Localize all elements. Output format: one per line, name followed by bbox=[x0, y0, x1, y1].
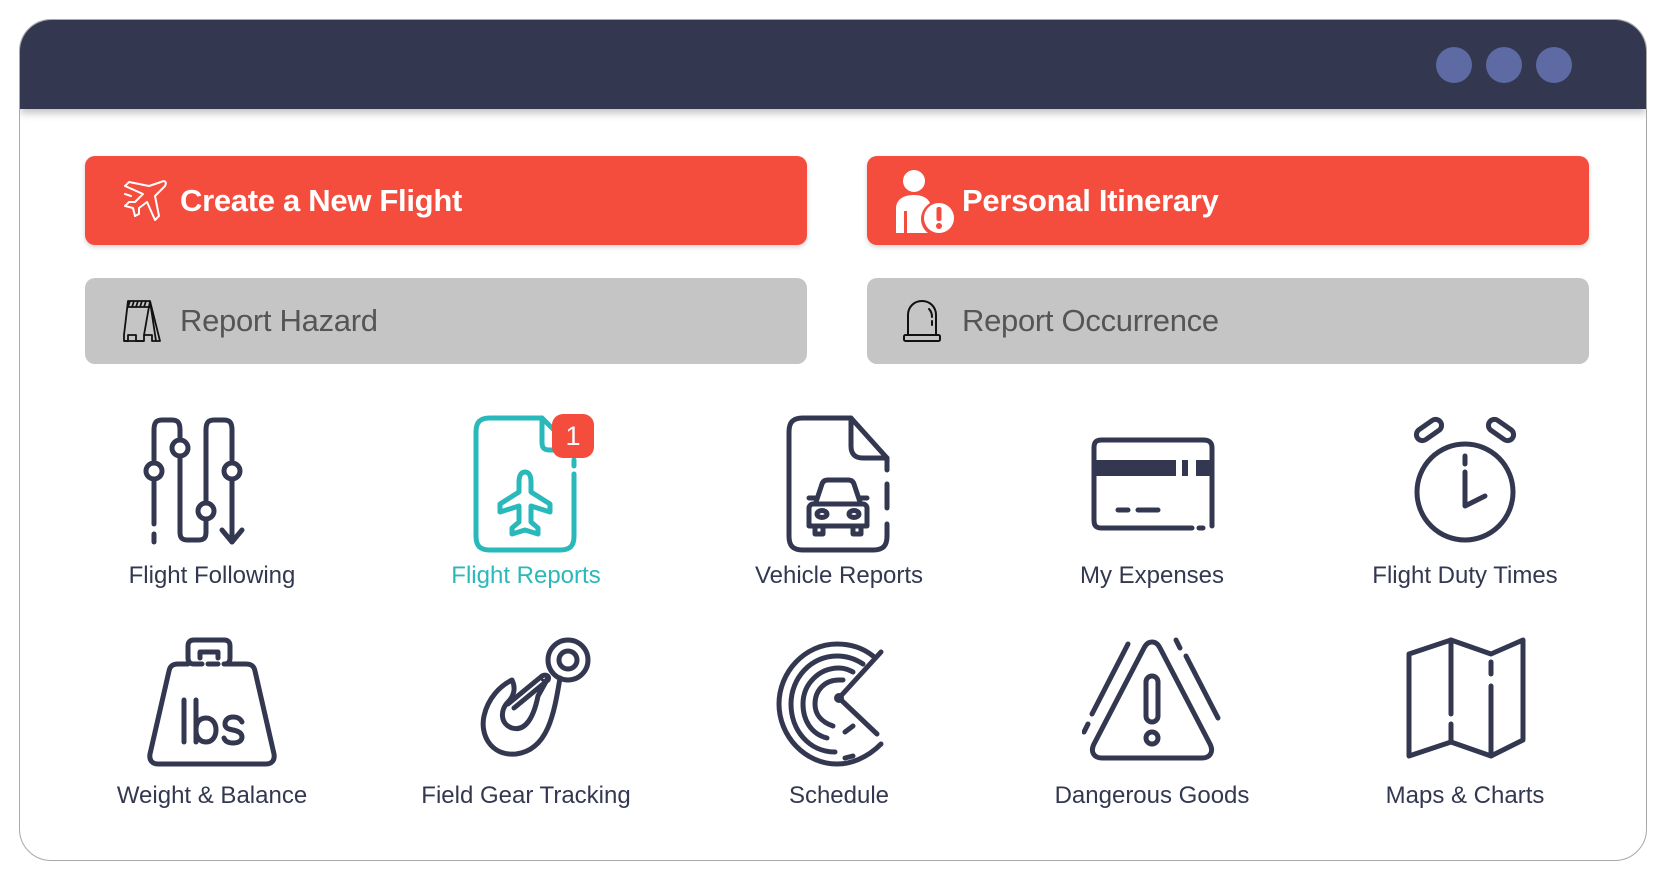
tile-flight-duty-times[interactable]: Flight Duty Times bbox=[1335, 414, 1595, 614]
tile-flight-following[interactable]: Flight Following bbox=[82, 414, 342, 614]
tile-label: Field Gear Tracking bbox=[421, 782, 631, 809]
tile-label: Schedule bbox=[788, 782, 890, 809]
tile-field-gear-tracking[interactable]: Field Gear Tracking bbox=[396, 634, 656, 834]
warning-triangle-icon bbox=[1082, 637, 1221, 761]
create-new-flight-label: Create a New Flight bbox=[180, 182, 462, 218]
personal-itinerary-button[interactable]: Personal Itinerary bbox=[867, 156, 1589, 245]
tile-flight-reports[interactable]: 1 Flight Reports bbox=[396, 414, 656, 614]
personal-itinerary-label: Personal Itinerary bbox=[962, 182, 1219, 218]
folded-map-icon bbox=[1406, 637, 1526, 759]
notification-badge: 1 bbox=[552, 414, 594, 458]
tile-maps-charts[interactable]: Maps & Charts bbox=[1335, 634, 1595, 834]
vehicle-report-document-icon bbox=[786, 415, 890, 553]
person-alert-icon bbox=[896, 170, 954, 233]
tile-weight-balance[interactable]: Weight & Balance bbox=[82, 634, 342, 834]
beacon-light-icon bbox=[903, 300, 941, 342]
tile-label: Maps & Charts bbox=[1385, 782, 1545, 809]
tile-dangerous-goods[interactable]: Dangerous Goods bbox=[1022, 634, 1282, 834]
window-control-dot[interactable] bbox=[1436, 47, 1472, 83]
tile-vehicle-reports[interactable]: Vehicle Reports bbox=[709, 414, 969, 614]
weight-lbs-icon bbox=[147, 637, 277, 767]
flight-path-icon bbox=[143, 417, 245, 545]
title-bar bbox=[20, 20, 1646, 109]
tile-label: Weight & Balance bbox=[116, 782, 308, 809]
hook-icon bbox=[480, 637, 591, 757]
tile-label: My Expenses bbox=[1079, 562, 1225, 589]
tile-label: Flight Following bbox=[128, 562, 296, 589]
alarm-clock-icon bbox=[1413, 416, 1517, 543]
tile-my-expenses[interactable]: My Expenses bbox=[1022, 414, 1282, 614]
window-control-dot[interactable] bbox=[1536, 47, 1572, 83]
window-control-dot[interactable] bbox=[1486, 47, 1522, 83]
tile-label: Dangerous Goods bbox=[1054, 782, 1250, 809]
airplane-takeoff-icon bbox=[124, 180, 167, 221]
create-new-flight-button[interactable]: Create a New Flight bbox=[85, 156, 807, 245]
radar-icon bbox=[776, 641, 884, 767]
tile-label: Vehicle Reports bbox=[754, 562, 924, 589]
report-hazard-label: Report Hazard bbox=[180, 303, 378, 338]
hazard-sign-icon bbox=[123, 300, 161, 342]
tile-label: Flight Reports bbox=[451, 562, 601, 589]
tile-label: Flight Duty Times bbox=[1372, 562, 1558, 589]
report-occurrence-label: Report Occurrence bbox=[962, 303, 1219, 338]
report-occurrence-button[interactable]: Report Occurrence bbox=[867, 278, 1589, 364]
tile-schedule[interactable]: Schedule bbox=[709, 634, 969, 834]
credit-card-icon bbox=[1091, 437, 1215, 531]
report-hazard-button[interactable]: Report Hazard bbox=[85, 278, 807, 364]
